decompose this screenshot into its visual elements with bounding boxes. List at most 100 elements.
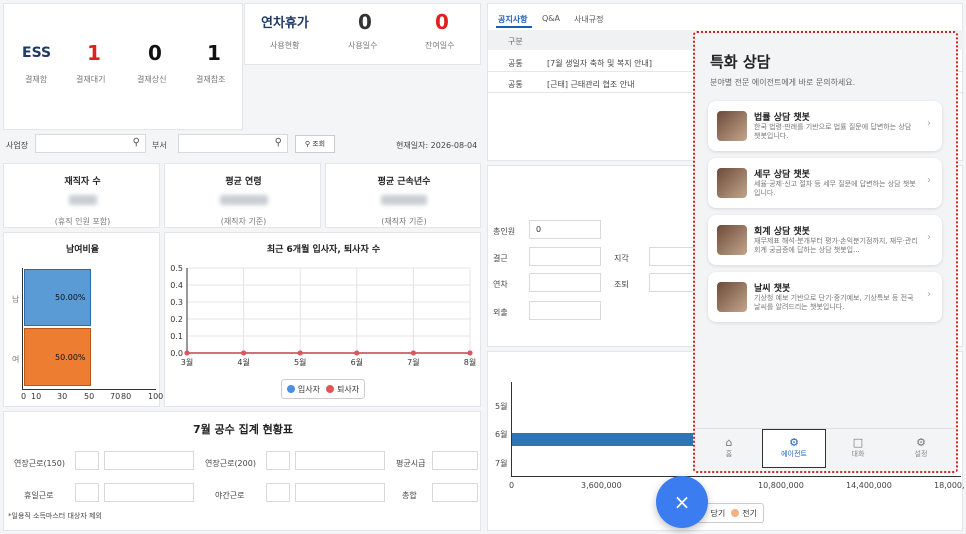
gender-tick: 50 (84, 392, 95, 401)
data-point (354, 350, 360, 356)
data-point (410, 350, 416, 356)
nav-label: 홈 (725, 450, 733, 458)
bar-axis (511, 382, 512, 476)
ess-title: ESS (22, 45, 52, 61)
ess-submitted-value[interactable]: 0 (148, 41, 162, 65)
current-date: 현재일자: 2026-08-04 (396, 141, 478, 150)
att-field[interactable] (649, 247, 699, 266)
data-point (241, 350, 247, 356)
chart-legend[interactable]: 입사자 퇴사자 (281, 379, 365, 399)
gender-y-axis (22, 268, 23, 390)
robot-icon: ⚙ (789, 436, 799, 449)
y-tick-label: 0.0 (170, 349, 183, 358)
close-fab[interactable]: × (656, 476, 708, 528)
dept-input[interactable]: ⚲ (178, 134, 288, 153)
legend-prev: 전기 (742, 508, 757, 518)
search-button[interactable]: ⚲ 조회 (295, 135, 335, 153)
leave-remain-label: 잔여일수 (425, 41, 455, 50)
hours-field[interactable] (432, 483, 478, 502)
nav-agent[interactable]: ⚙ 에이전트 (762, 429, 826, 468)
att-total-field[interactable]: 0 (529, 220, 601, 239)
search-icon[interactable]: ⚲ (133, 137, 140, 148)
site-input[interactable]: ⚲ (35, 134, 146, 153)
legend-dot-leavers (326, 385, 334, 393)
notice-row-type: 공통 (508, 80, 523, 89)
leave-used-value: 0 (358, 10, 372, 34)
gender-x-axis (22, 389, 156, 390)
notice-row-title[interactable]: [7월 생일자 축하 및 복지 안내] (547, 58, 652, 69)
bot-card-tax[interactable]: 세무 상담 챗봇 세율·공제·신고 절차 등 세무 질문에 답변하는 상담 챗봇… (708, 158, 942, 208)
nav-chat[interactable]: □ 대화 (843, 436, 873, 459)
att-field[interactable] (649, 273, 699, 292)
att-label: 결근 (493, 254, 508, 263)
x-tick-label: 6월 (351, 357, 363, 367)
bot-card-legal[interactable]: 법률 상담 챗봇 한국 법령·판례를 기반으로 법률 질문에 답변하는 상담 챗… (708, 101, 942, 151)
stat-note: (재직자 기준) (220, 217, 267, 226)
hours-field[interactable] (104, 483, 194, 502)
bar-cat: 5월 (495, 402, 508, 411)
hours-field[interactable] (266, 483, 290, 502)
bar-tick: 18,000, (934, 481, 965, 490)
att-label: 외출 (493, 308, 508, 317)
hours-field[interactable] (295, 451, 385, 470)
bot-card-weather[interactable]: 날씨 챗봇 기상청 예보 기반으로 단기·중기예보, 기상특보 등 전국 날씨를… (708, 272, 942, 322)
hours-field[interactable] (295, 483, 385, 502)
search-button-label: 조회 (312, 140, 326, 148)
bot-name: 회계 상담 챗봇 (754, 227, 810, 237)
notice-row-type: 공통 (508, 59, 523, 68)
hours-field[interactable] (75, 483, 99, 502)
gender-tick: 30 (57, 392, 68, 401)
data-point (467, 350, 473, 356)
search-icon[interactable]: ⚲ (275, 137, 282, 148)
ess-inbox-label[interactable]: 결재함 (25, 74, 47, 85)
x-tick-label: 5월 (294, 357, 306, 367)
bot-desc: 세율·공제·신고 절차 등 세무 질문에 답변하는 상담 챗봇입니다. (754, 180, 916, 197)
bot-avatar (717, 225, 747, 255)
tab-rules[interactable]: 사내규정 (574, 14, 603, 25)
tab-qna[interactable]: Q&A (542, 14, 560, 23)
home-icon: ⌂ (725, 436, 733, 449)
bar-tick: 0 (509, 481, 515, 490)
bar-cat: 7월 (495, 459, 508, 468)
nav-home[interactable]: ⌂ 홈 (714, 436, 744, 459)
gender-bar-male: 50.00% (24, 269, 91, 326)
bot-avatar (717, 168, 747, 198)
notice-row-title[interactable]: [근태] 근태관리 협조 안내 (547, 79, 634, 90)
hours-field[interactable] (104, 451, 194, 470)
ess-ref-value[interactable]: 1 (207, 41, 221, 65)
leave-sub: 사용현황 (270, 41, 300, 50)
legend-current: 당기 (710, 508, 726, 518)
att-field[interactable] (529, 273, 601, 292)
gender-bar-value: 50.00% (55, 293, 86, 302)
bot-name: 세무 상담 챗봇 (754, 170, 810, 180)
bot-desc: 재무제표 해석·분개부터 평가·손익분기점까지, 재무·관리회계 궁금증에 답하… (754, 237, 918, 254)
bot-name: 법률 상담 챗봇 (754, 113, 810, 123)
hours-label: 총합 (402, 491, 417, 500)
att-label: 지각 (614, 254, 629, 263)
hours-field[interactable] (266, 451, 290, 470)
y-tick-label: 0.1 (170, 332, 183, 341)
tab-notice[interactable]: 공지사항 (498, 14, 527, 25)
panel-subtitle: 분야별 전문 에이전트에게 바로 문의하세요. (710, 78, 856, 87)
bot-card-accounting[interactable]: 회계 상담 챗봇 재무제표 해석·분개부터 평가·손익분기점까지, 재무·관리회… (708, 215, 942, 265)
hours-label: 평균시급 (396, 459, 426, 468)
leave-remain-value: 0 (435, 10, 449, 34)
hours-field[interactable] (432, 451, 478, 470)
stat-value-blurred (69, 195, 97, 205)
hours-label: 연장근로(200) (205, 459, 256, 468)
leave-title: 연차휴가 (261, 16, 309, 31)
hours-label: 연장근로(150) (14, 459, 65, 468)
ess-pending-label: 결재대기 (76, 75, 106, 84)
gender-tick: 10 (31, 392, 42, 401)
legend-leavers: 퇴사자 (337, 384, 360, 394)
hours-field[interactable] (75, 451, 99, 470)
att-field[interactable] (529, 301, 601, 320)
data-point (184, 350, 190, 356)
nav-settings[interactable]: ⚙ 설정 (906, 436, 936, 459)
att-field[interactable] (529, 247, 601, 266)
gender-bar-value: 50.00% (55, 353, 86, 362)
ess-pending-value[interactable]: 1 (87, 41, 101, 65)
gender-title: 남여비율 (65, 245, 100, 255)
ess-card: ESS 결재함 1 결재대기 0 결재상신 1 결재참조 (3, 3, 243, 130)
leave-card: 연차휴가 사용현황 0 사용일수 0 잔여일수 (244, 3, 481, 65)
